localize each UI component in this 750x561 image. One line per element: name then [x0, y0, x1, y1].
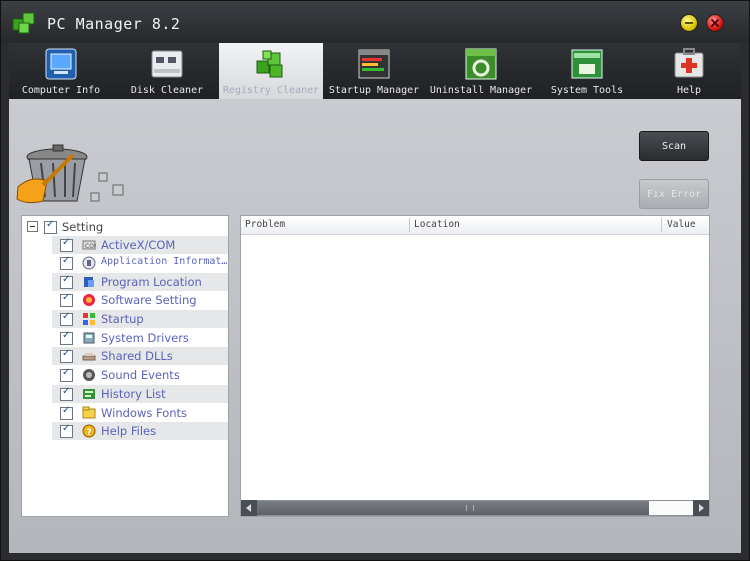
windows-fonts-icon: [82, 406, 96, 419]
tab-label: Computer Info: [21, 85, 101, 96]
tab-computer-info[interactable]: Computer Info: [11, 43, 111, 99]
main-tab-bar: Computer Info Disk Cleaner Registry Clea…: [9, 43, 741, 99]
table-header: Problem Location Value: [241, 216, 709, 235]
tab-label: System Tools: [550, 85, 624, 96]
sound-events-icon: [83, 369, 95, 381]
window-title: PC Manager 8.2: [47, 15, 181, 33]
item-label: Application Informat…: [101, 256, 228, 267]
tree-root-label: Setting: [62, 220, 104, 234]
item-checkbox[interactable]: [60, 237, 73, 252]
item-checkbox[interactable]: [60, 423, 73, 438]
item-label: Startup: [101, 312, 144, 326]
tab-uninstall-manager[interactable]: Uninstall Manager: [427, 43, 535, 99]
scroll-grip-icon: [466, 505, 474, 511]
scrollbar-track[interactable]: [649, 501, 693, 515]
tab-label: Startup Manager: [328, 85, 420, 96]
fix-error-button[interactable]: Fix Error: [639, 179, 709, 209]
monitor-icon: [45, 48, 77, 80]
tab-disk-cleaner[interactable]: Disk Cleaner: [115, 43, 219, 99]
startup-icon: [83, 313, 95, 325]
setting-checkbox[interactable]: [44, 219, 57, 234]
close-button[interactable]: [706, 14, 724, 32]
item-checkbox[interactable]: [60, 330, 73, 345]
svg-text:COM: COM: [85, 243, 96, 250]
item-checkbox[interactable]: [60, 292, 73, 307]
app-window: PC Manager 8.2 Computer Info Disk Cleane…: [0, 0, 750, 561]
item-label: ActiveX/COM: [101, 238, 176, 252]
tree-item-windows-fonts[interactable]: Windows Fonts: [52, 404, 228, 422]
tree-item-application-information[interactable]: Application Informat…: [52, 254, 228, 272]
tab-label: Uninstall Manager: [429, 85, 533, 96]
item-checkbox[interactable]: [60, 255, 73, 270]
tree-item-startup[interactable]: Startup: [52, 310, 228, 328]
scan-results-table[interactable]: Problem Location Value: [240, 215, 710, 517]
shared-dlls-icon: [82, 353, 96, 361]
scan-settings-tree: Setting COM ActiveX/COM Application Info…: [21, 215, 229, 517]
application-icon: [82, 256, 96, 270]
item-label: System Drivers: [101, 331, 189, 345]
tab-system-tools[interactable]: System Tools: [537, 43, 637, 99]
horizontal-scrollbar[interactable]: [241, 500, 709, 516]
collapse-toggle[interactable]: [27, 221, 38, 232]
disk-icon: [151, 50, 183, 78]
svg-text:?: ?: [87, 428, 92, 438]
tree-item-help-files[interactable]: ? Help Files: [52, 422, 228, 440]
column-header-value[interactable]: Value: [667, 219, 696, 230]
scan-button[interactable]: Scan: [639, 131, 709, 161]
toolbox-icon: [571, 49, 603, 79]
tree-item-system-drivers[interactable]: System Drivers: [52, 329, 228, 347]
first-aid-kit-icon: [674, 48, 704, 78]
item-label: Windows Fonts: [101, 406, 188, 420]
startup-window-icon: [358, 49, 390, 79]
scroll-right-arrow-icon[interactable]: [693, 500, 709, 516]
registry-cleaner-panel: Scan Fix Error Setting COM ActiveX/COM A…: [9, 99, 741, 553]
tab-label: Registry Cleaner: [222, 85, 320, 96]
trash-broom-icon: [16, 144, 124, 204]
column-divider[interactable]: [661, 218, 662, 232]
tree-root-setting[interactable]: Setting: [22, 218, 228, 236]
tree-item-history-list[interactable]: History List: [52, 385, 228, 403]
help-files-icon: ?: [82, 424, 96, 438]
tree-item-program-location[interactable]: Program Location: [52, 273, 228, 291]
item-checkbox[interactable]: [60, 405, 73, 420]
tree-item-activex-com[interactable]: COM ActiveX/COM: [52, 236, 228, 254]
scrollbar-thumb[interactable]: [257, 501, 649, 515]
item-checkbox[interactable]: [60, 348, 73, 363]
scroll-left-arrow-icon[interactable]: [241, 500, 257, 516]
item-label: Program Location: [101, 275, 202, 289]
item-label: Shared DLLs: [101, 349, 173, 363]
column-header-problem[interactable]: Problem: [245, 219, 285, 230]
item-label: Help Files: [101, 424, 157, 438]
title-bar[interactable]: PC Manager 8.2: [1, 1, 749, 43]
software-setting-icon: [83, 294, 95, 306]
tree-item-shared-dlls[interactable]: Shared DLLs: [52, 347, 228, 365]
item-checkbox[interactable]: [60, 386, 73, 401]
activex-icon: COM: [82, 240, 96, 250]
column-divider[interactable]: [409, 218, 410, 232]
system-drivers-icon: [83, 332, 95, 344]
history-list-icon: [83, 389, 95, 399]
app-logo-icon: [12, 12, 35, 34]
item-checkbox[interactable]: [60, 367, 73, 382]
soft-uninstall-icon: [465, 48, 497, 80]
tree-item-sound-events[interactable]: Sound Events: [52, 366, 228, 384]
tab-label: Disk Cleaner: [130, 85, 204, 96]
tab-help[interactable]: Help: [639, 43, 739, 99]
tree-item-software-setting[interactable]: Software Setting: [52, 291, 228, 309]
tab-startup-manager[interactable]: Startup Manager: [323, 43, 425, 99]
item-label: Sound Events: [101, 368, 180, 382]
registry-cubes-icon: [256, 50, 283, 78]
tab-registry-cleaner[interactable]: Registry Cleaner: [219, 43, 323, 99]
tab-label: Help: [676, 85, 702, 96]
item-label: Software Setting: [101, 293, 197, 307]
column-header-location[interactable]: Location: [414, 219, 460, 230]
program-location-icon: [84, 277, 94, 287]
item-checkbox[interactable]: [60, 274, 73, 289]
item-label: History List: [101, 387, 166, 401]
minimize-button[interactable]: [680, 14, 698, 32]
item-checkbox[interactable]: [60, 311, 73, 326]
